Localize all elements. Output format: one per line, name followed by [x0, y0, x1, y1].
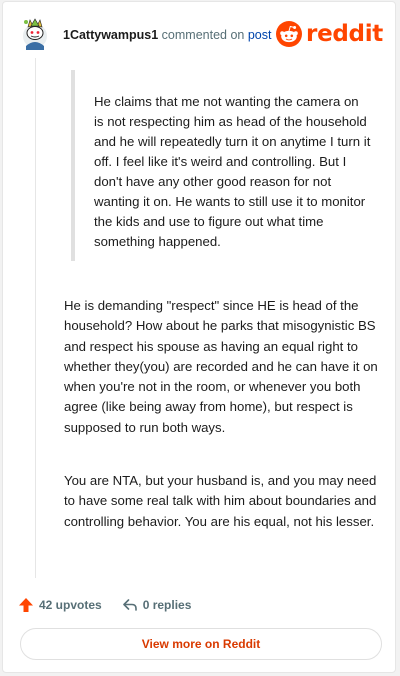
upvote-count: 42 upvotes — [39, 598, 102, 612]
post-link[interactable]: post — [248, 28, 272, 42]
comment-paragraph: You are NTA, but your husband is, and yo… — [64, 473, 377, 529]
view-more-button[interactable]: View more on Reddit — [20, 628, 382, 660]
reply-button[interactable]: 0 replies — [122, 597, 192, 613]
comment-header: 1Cattywampus1 commented on post reddit — [3, 2, 395, 64]
snoo-avatar-icon[interactable] — [20, 16, 50, 50]
blockquote: He claims that me not wanting the camera… — [71, 70, 371, 261]
comment-paragraph: He is demanding "respect" since HE is he… — [64, 298, 378, 435]
comment-actions: 42 upvotes 0 replies — [18, 594, 191, 616]
reply-arrow-icon — [122, 599, 137, 611]
upvote-arrow-icon — [19, 598, 33, 612]
commented-on-text: commented on — [161, 28, 245, 42]
comment-attribution: 1Cattywampus1 commented on post — [63, 28, 271, 42]
reply-count: 0 replies — [142, 598, 192, 612]
reddit-wordmark: reddit — [306, 21, 383, 47]
upvote-button[interactable]: 42 upvotes — [18, 597, 102, 613]
reddit-logo[interactable]: reddit — [276, 20, 383, 48]
thread-line — [35, 58, 36, 578]
comment-card: 1Cattywampus1 commented on post reddit H… — [2, 1, 396, 673]
username-link[interactable]: 1Cattywampus1 — [63, 28, 158, 42]
quote-text: He claims that me not wanting the camera… — [94, 94, 371, 249]
reddit-snoo-icon — [276, 21, 303, 47]
